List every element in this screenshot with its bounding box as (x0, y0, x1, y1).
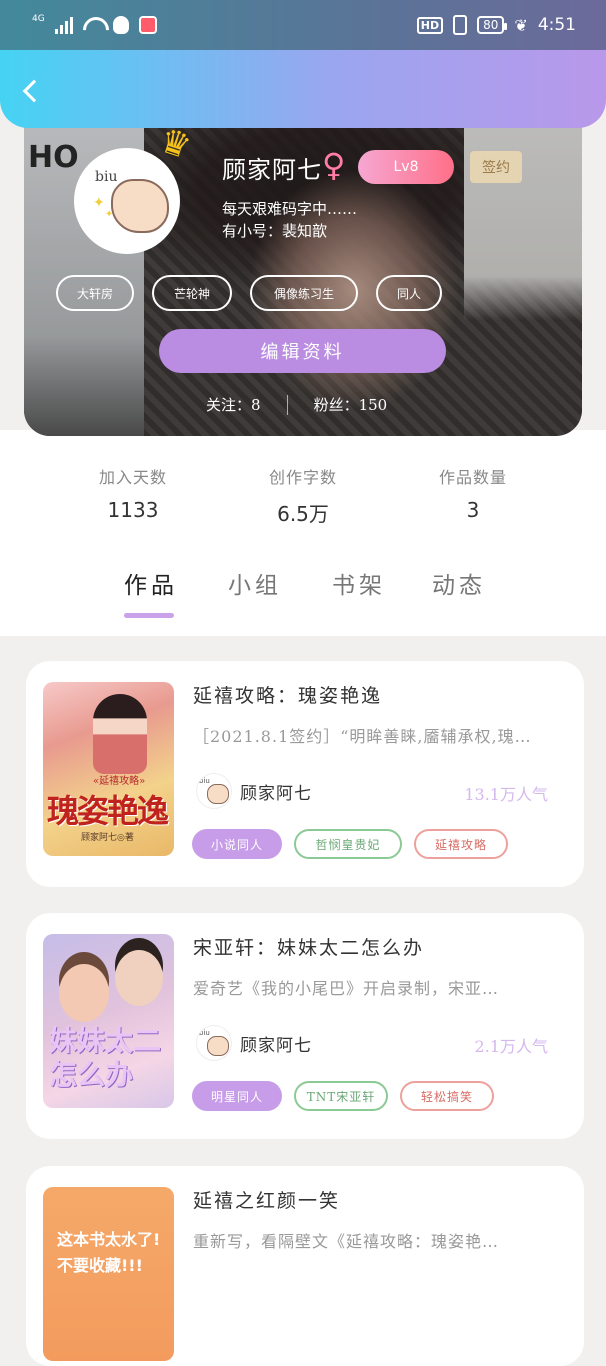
profile-tag[interactable]: 同人 (376, 275, 442, 311)
vibrate-icon (453, 15, 468, 35)
profile-tags: 大轩房 芒轮神 偶像练习生 同人 (56, 275, 442, 311)
battery-icon: 80 (477, 16, 508, 34)
work-title[interactable]: 宋亚轩：妹妹太二怎么办 (193, 933, 424, 960)
work-tags: 明星同人 TNT宋亚轩 轻松搞笑 (192, 1081, 494, 1111)
fans-label: 粉丝： (313, 396, 359, 414)
work-tags: 小说同人 哲悯皇贵妃 延禧攻略 (192, 829, 508, 859)
cover-title: 瑰姿艳逸 (47, 792, 169, 830)
status-bar: 4G HD 80 ❦ 4:51 (0, 0, 606, 50)
hand-icon (111, 179, 169, 233)
work-tag[interactable]: 小说同人 (192, 829, 282, 859)
work-card[interactable]: «延禧攻略» 瑰姿艳逸 顾家阿七◎著 延禧攻略：瑰姿艳逸 ［2021.8.1签约… (26, 661, 584, 887)
cover-subtitle: «延禧攻略» (93, 776, 146, 787)
stat-value: 1133 (107, 498, 159, 522)
stat-works-count: 作品数量 3 (388, 436, 558, 550)
work-author: biu 顾家阿七 (196, 773, 312, 809)
cover-title: 妹妹太二怎么办 (49, 1024, 162, 1091)
app-notification-icon (138, 16, 157, 34)
cover-figure (59, 964, 109, 1022)
popularity: 2.1万人气 (474, 1037, 548, 1056)
cover-title: 这本书太水了! 不要收藏!!! (57, 1230, 161, 1275)
work-title[interactable]: 延禧之红颜一笑 (193, 1186, 340, 1213)
bio-line: 每天艰难码字中…… (222, 200, 358, 218)
tab-groups[interactable]: 小组 (228, 566, 282, 600)
work-tag[interactable]: 哲悯皇贵妃 (294, 829, 402, 859)
avatar-text: biu (95, 169, 118, 185)
work-description: ［2021.8.1签约］“明眸善睐,靥辅承权,瑰… (193, 727, 532, 746)
female-icon: ♀ (322, 146, 346, 184)
tab-bookshelf[interactable]: 书架 (332, 566, 386, 600)
author-avatar: biu (196, 1025, 232, 1061)
book-cover[interactable]: «延禧攻略» 瑰姿艳逸 顾家阿七◎著 (43, 682, 174, 856)
stat-word-count: 创作字数 6.5万 (218, 436, 388, 550)
following-value: 8 (251, 396, 261, 414)
nickname: 顾家阿七 (222, 156, 322, 184)
signal-icon (54, 16, 73, 34)
level-badge: Lv8 (358, 150, 454, 184)
clock: 4:51 (537, 15, 576, 35)
following-count[interactable]: 关注：8 (206, 394, 261, 415)
work-card[interactable]: 这本书太水了! 不要收藏!!! 延禧之红颜一笑 重新写，看隔壁文《延禧攻略：瑰姿… (26, 1166, 584, 1366)
active-tab-indicator (124, 613, 174, 618)
book-cover[interactable]: 这本书太水了! 不要收藏!!! (43, 1187, 174, 1361)
book-cover[interactable]: 妹妹太二怎么办 (43, 934, 174, 1108)
stat-join-days: 加入天数 1133 (48, 436, 218, 550)
cover-author: 顾家阿七◎著 (81, 833, 134, 843)
signed-badge: 签约 (470, 151, 522, 183)
work-description: 重新写，看隔壁文《延禧攻略：瑰姿艳… (193, 1232, 500, 1251)
work-description: 爱奇艺《我的小尾巴》开启录制，宋亚… (193, 979, 500, 998)
profile-tag[interactable]: 偶像练习生 (250, 275, 358, 311)
sparkle-icon: ✦ (93, 195, 105, 211)
stat-label: 创作字数 (268, 468, 337, 487)
qq-icon (112, 16, 129, 34)
divider (286, 394, 288, 415)
work-title[interactable]: 延禧攻略：瑰姿艳逸 (193, 681, 382, 708)
author-name: 顾家阿七 (240, 1035, 312, 1056)
stat-value: 3 (466, 498, 480, 522)
stat-value: 6.5万 (277, 502, 329, 526)
bio-line: 有小号：裴知歆 (222, 222, 328, 240)
leaf-icon: ❦ (514, 15, 528, 35)
edit-profile-button[interactable]: 编辑资料 (159, 329, 446, 373)
fans-value: 150 (358, 396, 388, 414)
tab-bar (0, 550, 606, 636)
avatar[interactable]: biu ✦ ✦ (74, 148, 180, 254)
work-tag[interactable]: TNT宋亚轩 (294, 1081, 388, 1111)
stat-label: 作品数量 (438, 468, 507, 487)
profile-tag[interactable]: 芒轮神 (152, 275, 232, 311)
sparkle-icon: ✦ (105, 209, 114, 220)
fans-count[interactable]: 粉丝：150 (314, 394, 388, 415)
cover-figure (93, 694, 147, 774)
author-name: 顾家阿七 (240, 783, 312, 804)
wifi-icon (83, 17, 103, 33)
back-button[interactable] (18, 74, 48, 108)
tab-works[interactable]: 作品 (124, 566, 178, 600)
bio: 每天艰难码字中…… 有小号：裴知歆 (222, 198, 357, 242)
work-tag[interactable]: 轻松搞笑 (400, 1081, 494, 1111)
network-type: 4G (32, 14, 45, 24)
follow-stats: 关注：8 粉丝：150 (206, 394, 387, 415)
stat-label: 加入天数 (98, 468, 167, 487)
work-author: biu 顾家阿七 (196, 1025, 312, 1061)
profile-tag[interactable]: 大轩房 (56, 275, 134, 311)
tab-activity[interactable]: 动态 (432, 566, 486, 600)
author-avatar: biu (196, 773, 232, 809)
work-tag[interactable]: 延禧攻略 (414, 829, 508, 859)
work-card[interactable]: 妹妹太二怎么办 宋亚轩：妹妹太二怎么办 爱奇艺《我的小尾巴》开启录制，宋亚… b… (26, 913, 584, 1139)
popularity: 13.1万人气 (464, 785, 548, 804)
following-label: 关注： (206, 396, 252, 414)
stats-card: 加入天数 1133 创作字数 6.5万 作品数量 3 (48, 436, 558, 550)
cover-figure (115, 950, 163, 1006)
work-tag[interactable]: 明星同人 (192, 1081, 282, 1111)
hd-icon: HD (416, 16, 444, 34)
